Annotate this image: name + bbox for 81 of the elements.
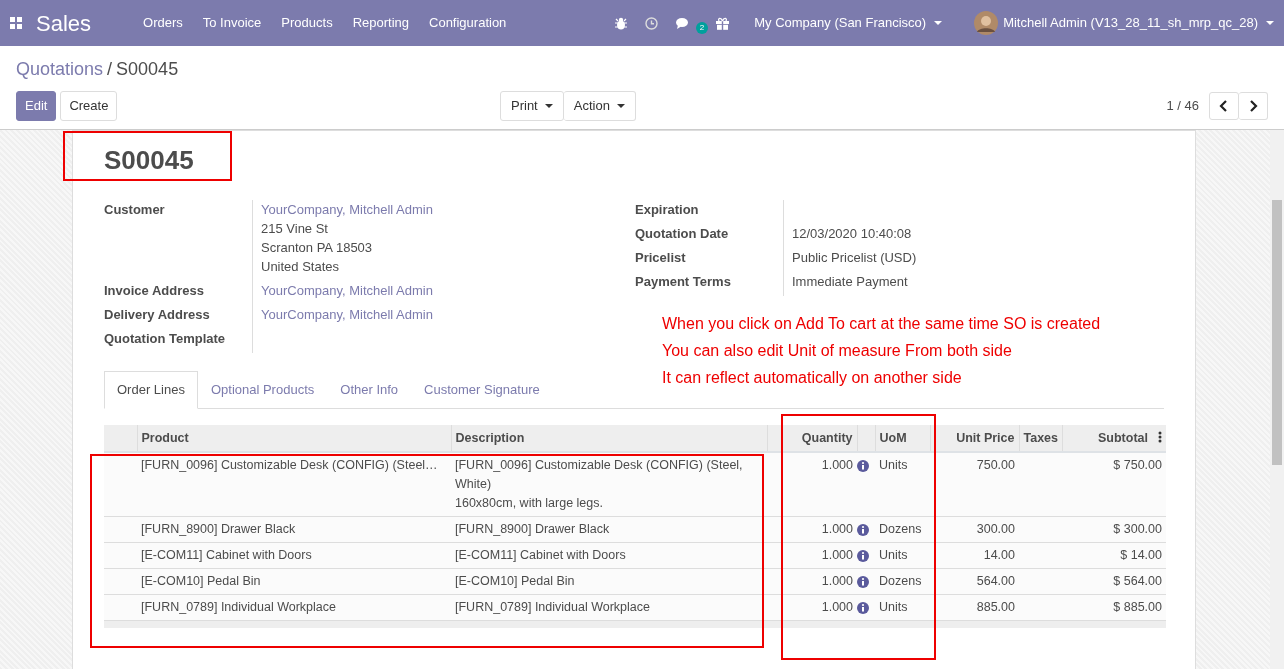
annotation-text: It can reflect automatically on another side [662, 368, 963, 388]
table-cell: 1.000 [767, 451, 857, 516]
table-cell: Dozens [875, 516, 930, 542]
field-label: Payment Terms [635, 273, 732, 291]
print-dropdown[interactable]: Print [500, 91, 564, 121]
breadcrumb-link[interactable]: Quotations [16, 56, 104, 83]
table-cell: [E-COM11] Cabinet with Doors [137, 542, 451, 568]
table-cell: 1.000 [767, 516, 857, 542]
menu-item[interactable]: Reporting [342, 13, 419, 33]
field-value: 215 Vine St [261, 220, 329, 238]
table-cell: $ 750.00 [1062, 451, 1166, 516]
table-cell: 885.00 [930, 594, 1019, 620]
table-cell: [E-COM11] Cabinet with Doors [451, 542, 767, 568]
column-header: Subtotal [1098, 430, 1148, 445]
table-cell: [FURN_0096] Customizable Desk (CONFIG) (Steel, White) 160x80cm, with large legs. [451, 451, 767, 516]
notebook-tab[interactable]: Customer Signature [411, 371, 553, 409]
address-link[interactable]: YourCompany, Mitchell Admin [261, 281, 433, 300]
pager-counter: 1 / 46 [1166, 97, 1199, 116]
breadcrumb-current: S00045 [116, 58, 179, 81]
table-cell: [E-COM10] Pedal Bin [451, 568, 767, 594]
table-cell: 564.00 [930, 568, 1019, 594]
user-name: Mitchell Admin (V13_28_11_sh_mrp_qc_28) [1003, 14, 1258, 33]
menu-item[interactable]: To Invoice [192, 13, 272, 33]
field-value: 12/03/2020 10:40:08 [792, 226, 912, 241]
table-cell: 14.00 [930, 542, 1019, 568]
table-cell: 750.00 [930, 451, 1019, 516]
field-label: Delivery Address [104, 306, 211, 324]
company-switcher[interactable]: My Company (San Francisco) [744, 13, 953, 33]
field-label: Invoice Address [104, 282, 205, 300]
create-button[interactable]: Create [60, 91, 118, 121]
table-cell: Units [875, 451, 930, 516]
table-cell: [FURN_0789] Individual Workplace [451, 594, 767, 620]
field-label: Quotation Template [104, 330, 227, 348]
column-header: Unit Price [930, 424, 1019, 452]
annotation-text: When you click on Add To cart at the same time SO is created [662, 314, 1101, 334]
address-link[interactable]: YourCompany, Mitchell Admin [261, 200, 433, 219]
table-cell: 1.000 [767, 594, 857, 620]
app-name: Sales [36, 9, 92, 38]
field-label: Pricelist [635, 249, 687, 267]
menu-item[interactable]: Products [271, 13, 343, 33]
table-cell: 1.000 [767, 542, 857, 568]
user-menu[interactable]: Mitchell Admin (V13_28_11_sh_mrp_qc_28) [964, 11, 1284, 35]
field-value: United States [261, 258, 341, 276]
table-cell: [FURN_0096] Customizable Desk (CONFIG) (Steel… [137, 451, 451, 516]
address-link[interactable]: YourCompany, Mitchell Admin [261, 305, 433, 324]
notebook-tab[interactable]: Optional Products [197, 371, 328, 409]
column-header: UoM [875, 424, 930, 452]
field-label: Expiration [635, 201, 700, 219]
table-cell: $ 14.00 [1062, 542, 1166, 568]
table-cell: [FURN_8900] Drawer Black [451, 516, 767, 542]
table-cell: Units [875, 594, 930, 620]
table-cell: [FURN_0789] Individual Workplace [137, 594, 451, 620]
field-value: Scranton PA 18503 [261, 239, 374, 257]
column-header: Description [451, 424, 767, 452]
table-cell: [E-COM10] Pedal Bin [137, 568, 451, 594]
record-title: S00045 [104, 144, 194, 177]
notebook-tab[interactable]: Other Info [327, 371, 412, 409]
field-value: Immediate Payment [792, 274, 908, 289]
column-header: Product [137, 424, 451, 452]
field-value: Public Pricelist (USD) [792, 250, 917, 265]
action-dropdown[interactable]: Action [563, 91, 636, 121]
company-name: My Company (San Francisco) [754, 14, 927, 33]
message-count-badge: 2 [695, 21, 709, 34]
table-cell: $ 564.00 [1062, 568, 1166, 594]
table-cell: [FURN_8900] Drawer Black [137, 516, 451, 542]
column-header: Quantity [767, 424, 857, 452]
breadcrumb-separator: / [107, 58, 113, 81]
menu-item[interactable]: Configuration [419, 13, 517, 33]
field-label: Quotation Date [635, 225, 730, 243]
table-cell: Units [875, 542, 930, 568]
menu-item[interactable]: Orders [133, 13, 193, 33]
table-cell: 300.00 [930, 516, 1019, 542]
edit-button[interactable]: Edit [16, 91, 57, 121]
field-label: Customer [104, 201, 166, 219]
column-header: Taxes [1019, 424, 1062, 452]
table-cell: Dozens [875, 568, 930, 594]
notebook-tab[interactable]: Order Lines [104, 371, 198, 409]
table-cell: 1.000 [767, 568, 857, 594]
table-cell: $ 885.00 [1062, 594, 1166, 620]
table-cell: $ 300.00 [1062, 516, 1166, 542]
annotation-text: You can also edit Unit of measure From both side [662, 341, 1013, 361]
